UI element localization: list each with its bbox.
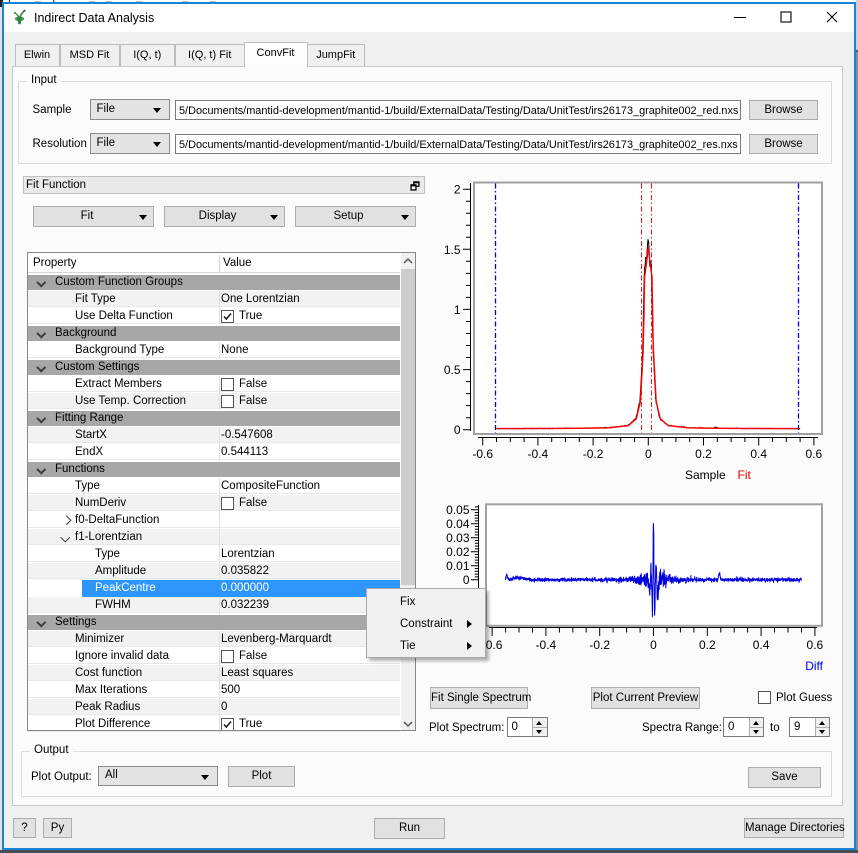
svg-text:0.4: 0.4 [753,638,770,652]
svg-text:0.05: 0.05 [446,503,470,517]
svg-text:-0.2: -0.2 [589,638,610,652]
svg-text:-0.4: -0.4 [536,638,557,652]
svg-text:0.5: 0.5 [444,363,461,377]
svg-text:0: 0 [463,573,470,587]
svg-text:Fit: Fit [738,468,752,482]
svg-text:0: 0 [650,638,657,652]
svg-text:2: 2 [454,183,461,197]
svg-text:0.2: 0.2 [695,447,712,461]
svg-text:Sample: Sample [685,468,726,482]
svg-text:0.03: 0.03 [446,531,470,545]
svg-text:0.04: 0.04 [446,517,470,531]
svg-text:0.4: 0.4 [750,447,767,461]
svg-text:-0.4: -0.4 [528,447,549,461]
svg-text:1: 1 [454,303,461,317]
svg-text:Diff: Diff [805,659,823,673]
svg-text:0.6: 0.6 [806,447,823,461]
svg-text:-0.2: -0.2 [583,447,604,461]
svg-text:0: 0 [454,423,461,437]
svg-text:0.2: 0.2 [699,638,716,652]
svg-text:0.6: 0.6 [807,638,824,652]
svg-text:0.01: 0.01 [446,559,470,573]
svg-text:0.02: 0.02 [446,545,470,559]
svg-text:0: 0 [645,447,652,461]
svg-text:1.5: 1.5 [444,243,461,257]
svg-text:-0.6: -0.6 [472,447,493,461]
